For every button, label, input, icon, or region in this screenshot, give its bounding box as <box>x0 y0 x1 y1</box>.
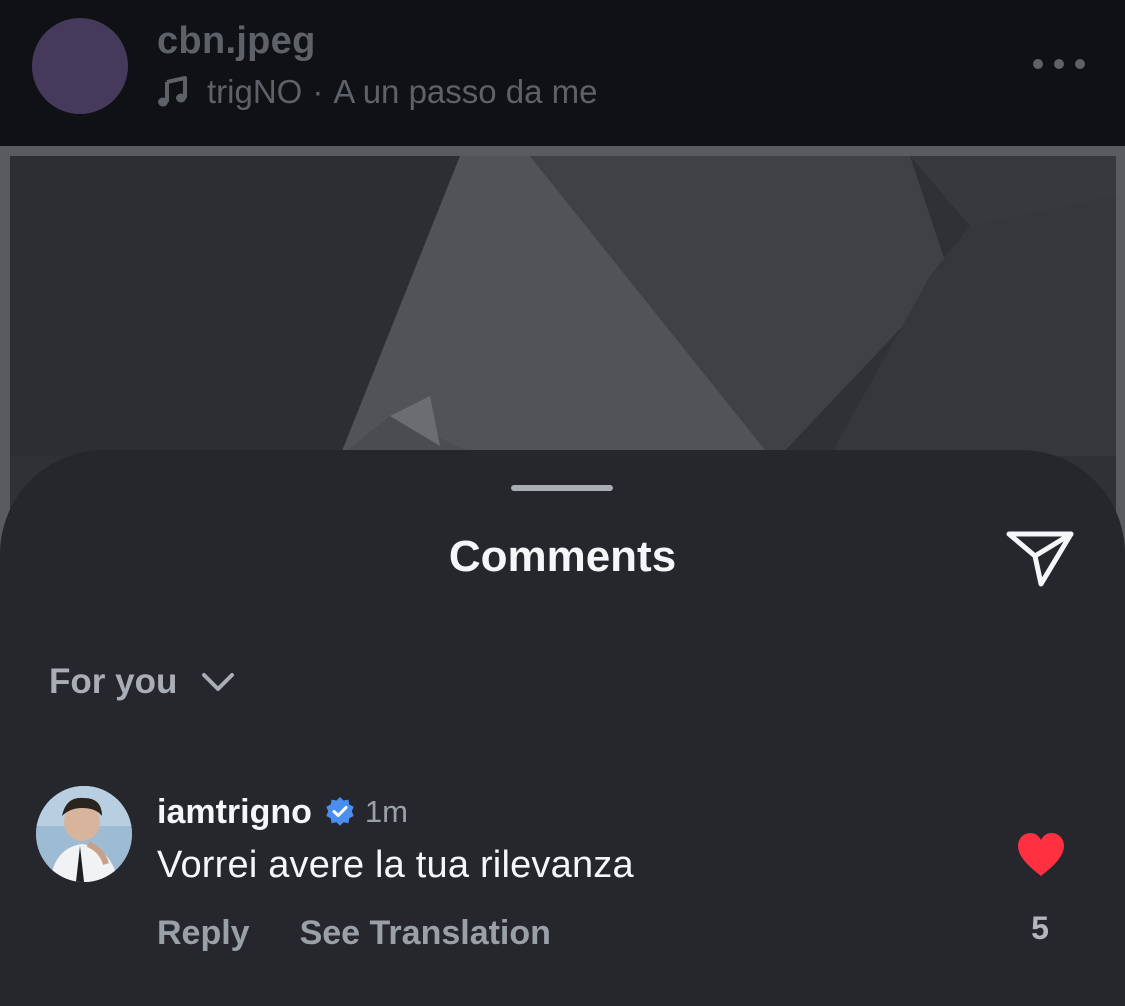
comment-actions: Reply See Translation <box>157 914 551 953</box>
post-audio-link[interactable]: trigNO · A un passo da me <box>157 72 598 112</box>
avatar[interactable] <box>36 786 132 882</box>
sort-dropdown[interactable]: For you <box>49 662 235 702</box>
sort-label: For you <box>49 662 178 701</box>
more-horizontal-icon[interactable] <box>1033 52 1085 76</box>
sheet-title: Comments <box>448 532 677 581</box>
comment-header: iamtrigno 1m <box>157 790 408 834</box>
screen: cbn.jpeg trigNO · A un passo da me Comme… <box>0 0 1125 1006</box>
comment-text: Vorrei avere la tua rilevanza <box>157 844 634 886</box>
post-header: cbn.jpeg trigNO · A un passo da me <box>0 0 1125 146</box>
comments-sheet: Comments For you iamtrigno 1m Vorrei ave… <box>0 450 1125 1006</box>
verified-badge-icon <box>324 796 356 828</box>
music-note-icon <box>157 76 189 108</box>
chevron-down-icon <box>201 671 235 693</box>
comment-username[interactable]: iamtrigno <box>157 793 312 832</box>
heart-icon[interactable] <box>1016 832 1066 878</box>
sheet-drag-handle[interactable] <box>511 485 613 491</box>
like-count: 5 <box>1031 910 1049 946</box>
comment-timestamp: 1m <box>364 794 408 829</box>
reply-button[interactable]: Reply <box>157 914 250 953</box>
audio-track-title: A un passo da me <box>333 73 598 110</box>
paper-plane-icon[interactable] <box>1005 526 1077 590</box>
audio-artist: trigNO <box>207 73 303 110</box>
audio-separator: · <box>312 73 324 110</box>
post-author-avatar[interactable] <box>32 18 128 114</box>
post-username[interactable]: cbn.jpeg <box>157 20 316 63</box>
comment-item: iamtrigno 1m Vorrei avere la tua rilevan… <box>0 784 1125 984</box>
see-translation-button[interactable]: See Translation <box>300 914 551 953</box>
